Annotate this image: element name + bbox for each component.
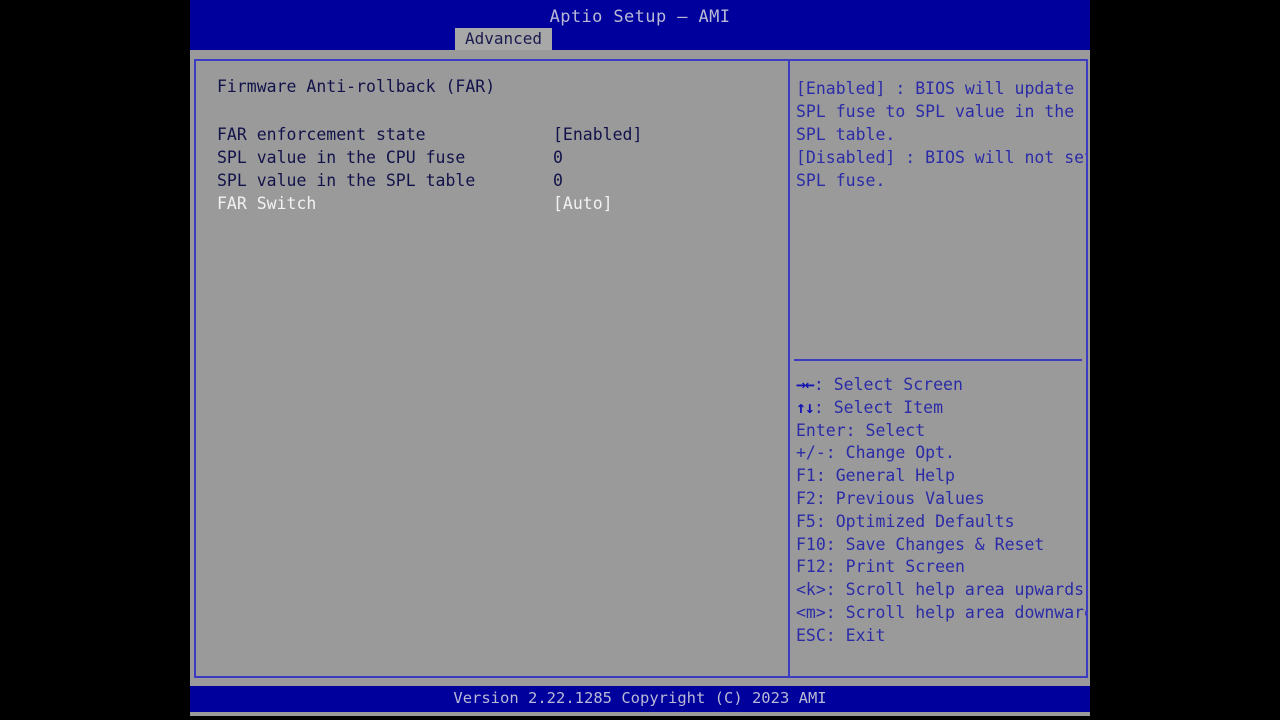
key-legend-line: ↑↓: Select Item [796,397,1086,420]
key-legend-text: <k>: Scroll help area upwards [796,580,1085,600]
key-legend-line: F12: Print Screen [796,556,1086,579]
setting-value[interactable]: 0 [553,146,563,169]
help-line: SPL fuse to SPL value in the [796,102,1075,121]
section-title: Firmware Anti-rollback (FAR) [217,77,496,96]
bios-window: Aptio Setup – AMI Advanced Firmware Anti… [190,0,1090,716]
setting-value[interactable]: 0 [553,169,563,192]
setting-label: FAR Switch [217,194,317,213]
key-legend-line: F2: Previous Values [796,488,1086,511]
key-legend-text: F5: Optimized Defaults [796,511,1015,531]
key-legend: →←: Select Screen ↑↓: Select Item Enter: S… [796,374,1086,648]
setting-row[interactable]: FAR enforcement state [Enabled] [217,123,777,146]
help-line: SPL fuse. [796,171,886,190]
bios-screen: Aptio Setup – AMI Advanced Firmware Anti… [0,0,1280,720]
key-legend-text: F2: Previous Values [796,488,985,508]
settings-list: FAR enforcement state [Enabled] SPL value … [217,123,777,215]
key-legend-line: →←: Select Screen [796,374,1086,397]
key-legend-line: F10: Save Changes & Reset [796,534,1086,557]
page-title: Aptio Setup – AMI [549,7,731,27]
key-legend-line: Enter: Select [796,420,1086,443]
setting-row[interactable]: SPL value in the SPL table 0 [217,169,777,192]
key-legend-text: ESC: Exit [796,625,886,645]
settings-panel: Firmware Anti-rollback (FAR) FAR enforce… [196,61,790,676]
key-legend-text: F12: Print Screen [796,557,965,577]
tab-advanced[interactable]: Advanced [455,28,553,50]
setting-label: FAR enforcement state [217,125,426,144]
setting-label: SPL value in the SPL table [217,171,476,190]
key-legend-text: F1: General Help [796,466,955,486]
footer-bar: Version 2.22.1285 Copyright (C) 2023 AMI [190,686,1090,712]
key-legend-text: : Select Item [813,397,944,417]
key-legend-line: F1: General Help [796,465,1086,488]
help-divider [794,359,1082,361]
key-legend-text: <m>: Scroll help area downwards [796,602,1086,622]
setting-value[interactable]: [Enabled] [553,123,642,146]
tab-bar: Advanced [190,28,1090,50]
key-legend-text: : Select Screen [813,375,963,394]
help-line: SPL table. [796,125,896,144]
key-legend-line: <m>: Scroll help area downwards [796,602,1086,625]
setting-row[interactable]: FAR Switch [Auto] [217,192,777,215]
arrow-keys-icon: →← [796,375,815,394]
help-panel: [Enabled] : BIOS will update SPL fuse to … [790,61,1086,676]
setting-label: SPL value in the CPU fuse [217,148,466,167]
setting-value[interactable]: [Auto] [553,192,613,215]
key-legend-line: ESC: Exit [796,625,1086,648]
key-legend-text: F10: Save Changes & Reset [796,534,1045,554]
key-legend-line: <k>: Scroll help area upwards [796,579,1086,602]
help-line: [Enabled] : BIOS will update [796,79,1075,98]
key-legend-line: +/-: Change Opt. [796,442,1086,465]
help-line: [Disabled] : BIOS will not set [796,148,1086,167]
help-description: [Enabled] : BIOS will update SPL fuse to … [796,77,1086,192]
arrow-keys-icon: ↑↓ [796,397,815,417]
key-legend-text: +/-: Change Opt. [796,443,955,463]
key-legend-text: Enter: Select [796,420,926,440]
key-legend-line: F5: Optimized Defaults [796,511,1086,534]
header-bar: Aptio Setup – AMI Advanced [190,0,1090,50]
version-text: Version 2.22.1285 Copyright (C) 2023 AMI [453,689,827,707]
setting-row[interactable]: SPL value in the CPU fuse 0 [217,146,777,169]
content-panels: Firmware Anti-rollback (FAR) FAR enforce… [194,59,1088,678]
